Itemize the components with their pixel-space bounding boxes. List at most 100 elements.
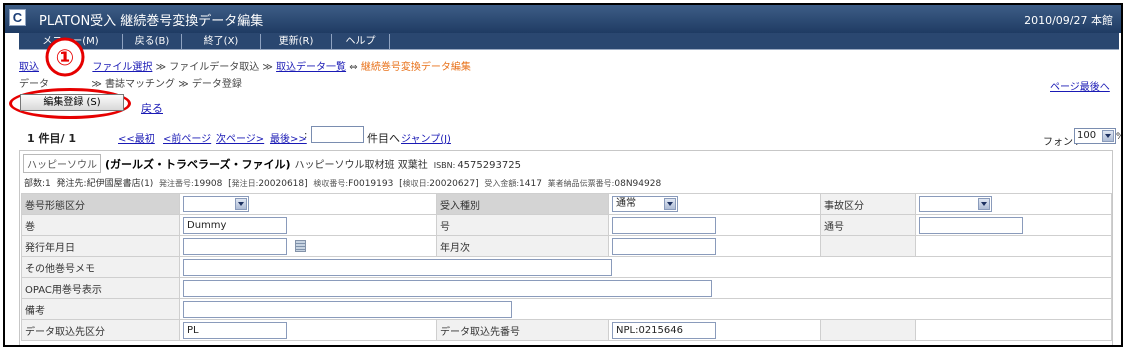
volume-label: 巻 xyxy=(21,214,180,236)
other-memo-label: その他巻号メモ xyxy=(21,256,180,278)
record-title: (ガールズ・トラベラーズ・ファイル) xyxy=(105,158,291,171)
chevron-down-icon[interactable] xyxy=(978,198,990,210)
inspect-date-label: 検収日: xyxy=(402,179,430,188)
isbn-label: ISBN: xyxy=(433,161,456,170)
volume-type-label: 巻号形態区分 xyxy=(21,193,180,215)
issue-label: 号 xyxy=(436,214,609,236)
record-publisher: ハッピーソウル取材班 双葉社 xyxy=(294,160,428,171)
pub-date-label: 発行年月日 xyxy=(21,235,180,257)
edit-register-button[interactable]: 編集登録 (S) xyxy=(20,94,124,111)
vendor-value: 紀伊國屋書店(1) xyxy=(86,179,154,189)
volume-input[interactable]: Dummy xyxy=(183,216,287,234)
record-title-line: ハッピーソウル (ガールズ・トラベラーズ・ファイル) ハッピーソウル取材班 双葉社 I… xyxy=(20,154,521,173)
pub-date-input[interactable] xyxy=(183,237,287,255)
import-source-label: データ取込先区分 xyxy=(21,319,180,341)
breadcrumb-arrow: ⇔ xyxy=(349,62,358,73)
serial-number-label: 通号 xyxy=(820,214,916,236)
inspect-no-value: F0019193 xyxy=(348,179,394,189)
isbn-value: 4575293725 xyxy=(457,160,521,171)
record-kana: ハッピーソウル xyxy=(23,154,101,173)
font-size-select[interactable]: 100 xyxy=(1074,128,1116,144)
order-no-value: 19908 xyxy=(193,179,223,189)
title-bar: C PLATON受入 継続巻号変換データ編集 2010/09/27 本館 xyxy=(5,5,1121,33)
form-row: OPAC用巻号表示 xyxy=(21,277,1112,299)
issue-input[interactable] xyxy=(612,216,716,234)
calendar-icon[interactable] xyxy=(295,240,306,252)
breadcrumb-separator: ≫ xyxy=(262,62,273,73)
amount-value: 1417 xyxy=(519,179,542,189)
form-row: 発行年月日 年月次 xyxy=(21,235,1112,257)
opac-display-label: OPAC用巻号表示 xyxy=(21,277,180,299)
remarks-input[interactable] xyxy=(183,300,512,318)
annotation-number-text: ① xyxy=(56,46,75,71)
page-number-input[interactable] xyxy=(311,126,364,143)
vendor-label: 発注先: xyxy=(56,179,87,189)
order-date-value: 20020618 xyxy=(258,179,305,189)
accident-type-select[interactable] xyxy=(919,196,992,212)
menu-item-exit[interactable]: 終了(X) xyxy=(182,34,261,49)
serial-number-input[interactable] xyxy=(919,216,1023,234)
window-title: PLATON受入 継続巻号変換データ編集 xyxy=(39,14,264,29)
accident-type-label: 事故区分 xyxy=(820,193,916,215)
breadcrumb-separator: ≫ xyxy=(155,62,167,73)
back-link[interactable]: 戻る xyxy=(141,100,163,116)
main-window: C PLATON受入 継続巻号変換データ編集 2010/09/27 本館 メニュ… xyxy=(3,3,1123,347)
app-logo-icon: C xyxy=(9,9,26,26)
font-size-value: 100 xyxy=(1077,130,1097,141)
inspect-date-value: 20020627 xyxy=(429,179,476,189)
copies-label: 部数: xyxy=(24,179,46,189)
chevron-down-icon[interactable] xyxy=(235,198,247,210)
import-number-label: データ取込先番号 xyxy=(436,319,609,341)
order-date-label: 発注日: xyxy=(231,179,259,188)
date-and-library: 2010/09/27 本館 xyxy=(1024,14,1113,27)
invoice-label: 業者納品伝票番号: xyxy=(547,179,615,188)
record-order-info: 部数:1 発注先:紀伊國屋書店(1) 発注番号:19908 [発注日:20020… xyxy=(24,179,662,189)
breadcrumb-biblio-matching: 書誌マッチング xyxy=(105,79,176,90)
record-panel: ハッピーソウル (ガールズ・トラベラーズ・ファイル) ハッピーソウル取材班 双葉社 I… xyxy=(19,150,1113,345)
pager-next-link[interactable]: 次ページ> xyxy=(216,130,264,145)
chevron-down-icon[interactable] xyxy=(664,198,676,210)
copies-value: 1 xyxy=(45,179,51,189)
record-position: 1 件目/ 1 xyxy=(27,132,76,145)
import-source-input[interactable]: PL xyxy=(183,321,287,339)
menu-bar: メニュー(M) 戻る(B) 終了(X) 更新(R) ヘルプ xyxy=(19,33,1119,50)
form-row: 備考 xyxy=(21,298,1112,320)
other-memo-input[interactable] xyxy=(183,258,612,276)
receive-type-value: 通常 xyxy=(616,198,636,209)
volume-edit-form: 巻号形態区分 受入種別 通常 事故区分 巻 Dummy 号 通号 発行年月日 年… xyxy=(21,193,1112,341)
form-row: その他巻号メモ xyxy=(21,256,1112,278)
pager-prev-link[interactable]: <前ページ xyxy=(163,130,211,145)
pager-colon: : xyxy=(304,130,308,141)
form-row: 巻 Dummy 号 通号 xyxy=(21,214,1112,236)
breadcrumb: 取込 ファイル選択 ≫ ファイルデータ取込 ≫ 取込データ一覧 ⇔ 継続巻号変換… xyxy=(19,58,471,73)
breadcrumb-file-select[interactable]: ファイル選択 xyxy=(92,62,152,73)
year-month-input[interactable] xyxy=(612,237,716,255)
annotation-number-one-icon: ① xyxy=(45,37,85,77)
chevron-down-icon[interactable] xyxy=(1102,130,1114,142)
breadcrumb-import-list[interactable]: 取込データ一覧 xyxy=(276,62,346,73)
page-last-link[interactable]: ページ最後へ xyxy=(1050,78,1110,93)
breadcrumb-import[interactable]: 取込 xyxy=(19,62,39,73)
inspect-no-label: 検収番号: xyxy=(313,179,349,188)
breadcrumb-current: 継続巻号変換データ編集 xyxy=(360,62,471,73)
form-row: 巻号形態区分 受入種別 通常 事故区分 xyxy=(21,193,1112,215)
import-number-input[interactable]: NPL:0215646 xyxy=(612,321,716,339)
opac-display-input[interactable] xyxy=(183,279,712,297)
jump-link[interactable]: ジャンプ(J) xyxy=(401,130,451,145)
receive-type-select[interactable]: 通常 xyxy=(612,196,678,212)
pager-last-link[interactable]: 最後>> xyxy=(270,130,307,145)
form-row: データ取込先区分 PL データ取込先番号 NPL:0215646 xyxy=(21,319,1112,341)
breadcrumb-file-import: ファイルデータ取込 xyxy=(169,62,260,73)
order-no-label: 発注番号: xyxy=(159,179,194,188)
breadcrumb-data-register: データ登録 xyxy=(191,79,242,90)
pager-first-link[interactable]: <<最初 xyxy=(118,130,155,145)
amount-label: 受入金額: xyxy=(484,179,520,188)
receive-type-label: 受入種別 xyxy=(436,193,609,215)
font-percent: % xyxy=(1116,132,1121,142)
volume-type-select[interactable] xyxy=(183,196,249,212)
menu-item-back[interactable]: 戻る(B) xyxy=(123,34,182,49)
menu-item-refresh[interactable]: 更新(R) xyxy=(261,34,332,49)
menu-item-help[interactable]: ヘルプ xyxy=(332,34,390,49)
remarks-label: 備考 xyxy=(21,298,180,320)
breadcrumb-separator: ≫ xyxy=(178,79,189,90)
